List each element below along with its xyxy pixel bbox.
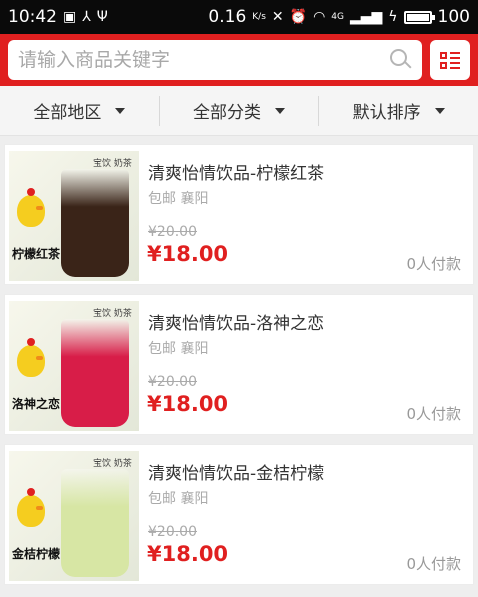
original-price: ¥20.00 (148, 524, 197, 540)
search-input[interactable] (18, 49, 390, 71)
product-meta: 包邮 襄阳 (148, 188, 208, 208)
location-label: 襄阳 (180, 191, 209, 207)
alarm-icon: ⏰ (289, 9, 308, 25)
chick-mascot-icon (17, 338, 45, 377)
search-icon[interactable] (390, 49, 412, 71)
caret-down-icon (275, 107, 285, 114)
brand-logo: 宝饮 奶茶 (93, 309, 132, 319)
image-icon: ▣ (63, 9, 77, 25)
network-type: 4G (331, 12, 344, 22)
category-menu-button[interactable] (430, 40, 470, 80)
battery-icon (403, 10, 435, 24)
product-card[interactable]: 宝饮 奶茶 洛神之恋 清爽怡情饮品-洛神之恋 包邮 襄阳 ¥20.00 ¥18.… (4, 294, 474, 435)
product-image-label: 洛神之恋 (12, 397, 61, 411)
status-bar: 10:42 ▣ ⅄ Ψ 0.16 K/s ✕ ⏰ ◠ 4G ▂▄▆ ϟ 100 (0, 0, 478, 34)
battery-level: 100 (437, 7, 470, 27)
filter-sort[interactable]: 默认排序 (318, 95, 478, 126)
filter-region-label: 全部地区 (33, 103, 102, 123)
sales-count: 0人付款 (406, 555, 461, 573)
wifi-icon: ◠ (313, 9, 326, 25)
location-label: 襄阳 (180, 491, 209, 507)
filter-sort-label: 默认排序 (352, 103, 421, 123)
current-price: ¥18.00 (147, 392, 229, 416)
original-price: ¥20.00 (148, 224, 197, 240)
product-title[interactable]: 清爽怡情饮品-金桔柠檬 (148, 459, 324, 484)
caret-down-icon (434, 107, 445, 114)
filter-category[interactable]: 全部分类 (158, 95, 319, 126)
current-price: ¥18.00 (147, 242, 229, 266)
product-image-label: 金桔柠檬 (12, 547, 61, 561)
filter-category-label: 全部分类 (193, 103, 261, 123)
charging-icon: ϟ (388, 9, 398, 25)
brand-logo: 宝饮 奶茶 (93, 159, 132, 169)
drink-cup-icon (61, 319, 129, 427)
usb-share-icon: ⅄ (82, 9, 91, 25)
chick-mascot-icon (17, 188, 45, 227)
header (0, 34, 478, 86)
location-label: 襄阳 (180, 341, 209, 357)
status-time: 10:42 (8, 7, 57, 27)
product-image[interactable]: 宝饮 奶茶 金桔柠檬 (9, 451, 139, 581)
signal-icon: ▂▄▆ (349, 9, 383, 25)
product-image[interactable]: 宝饮 奶茶 柠檬红茶 (9, 151, 139, 281)
current-price: ¥18.00 (147, 542, 229, 566)
product-list: 宝饮 奶茶 柠檬红茶 清爽怡情饮品-柠檬红茶 包邮 襄阳 ¥20.00 ¥18.… (4, 144, 474, 594)
original-price: ¥20.00 (148, 374, 197, 390)
shipping-label: 包邮 (148, 341, 176, 357)
drink-cup-icon (61, 169, 129, 277)
network-speed-unit: K/s (252, 12, 266, 22)
chick-mascot-icon (17, 488, 45, 527)
usb-icon: Ψ (96, 9, 108, 25)
product-image[interactable]: 宝饮 奶茶 洛神之恋 (9, 301, 139, 431)
list-grid-icon (440, 51, 460, 69)
sales-count: 0人付款 (406, 405, 461, 423)
product-card[interactable]: 宝饮 奶茶 柠檬红茶 清爽怡情饮品-柠檬红茶 包邮 襄阳 ¥20.00 ¥18.… (4, 144, 474, 285)
brand-logo: 宝饮 奶茶 (93, 459, 132, 469)
sales-count: 0人付款 (406, 255, 461, 273)
search-box[interactable] (8, 40, 422, 80)
shipping-label: 包邮 (148, 191, 176, 207)
filter-region[interactable]: 全部地区 (0, 96, 159, 126)
shipping-label: 包邮 (148, 491, 176, 507)
filter-bar: 全部地区 全部分类 默认排序 (0, 86, 478, 136)
product-meta: 包邮 襄阳 (148, 338, 208, 358)
product-card[interactable]: 宝饮 奶茶 金桔柠檬 清爽怡情饮品-金桔柠檬 包邮 襄阳 ¥20.00 ¥18.… (4, 444, 474, 585)
product-title[interactable]: 清爽怡情饮品-洛神之恋 (148, 309, 324, 334)
product-title[interactable]: 清爽怡情饮品-柠檬红茶 (148, 159, 324, 184)
caret-down-icon (115, 107, 126, 114)
mute-icon: ✕ (271, 9, 284, 25)
network-speed: 0.16 (208, 7, 247, 27)
product-meta: 包邮 襄阳 (148, 488, 208, 508)
product-image-label: 柠檬红茶 (12, 247, 61, 261)
drink-cup-icon (61, 469, 129, 577)
